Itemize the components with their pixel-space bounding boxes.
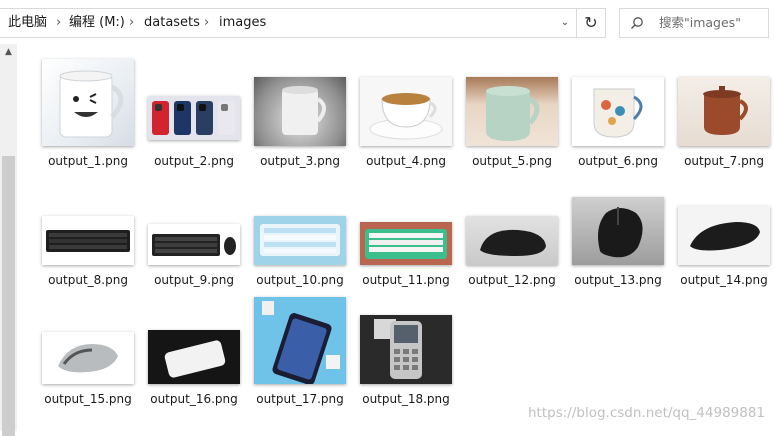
file-item[interactable]: output_12.png bbox=[459, 178, 565, 293]
file-item[interactable]: output_15.png bbox=[35, 297, 141, 412]
search-box[interactable]: 搜索"images" bbox=[619, 8, 769, 38]
file-item[interactable]: output_7.png bbox=[671, 59, 775, 174]
thumbnail bbox=[353, 178, 459, 270]
thumbnail bbox=[247, 178, 353, 270]
thumbnail bbox=[671, 59, 775, 151]
thumbnail bbox=[565, 59, 671, 151]
file-name[interactable]: output_3.png bbox=[247, 154, 353, 168]
breadcrumb-separator[interactable]: › bbox=[56, 9, 61, 37]
thumbnail bbox=[671, 178, 775, 270]
file-item[interactable]: output_2.png bbox=[141, 59, 247, 174]
file-name[interactable]: output_1.png bbox=[35, 154, 141, 168]
thumbnail bbox=[565, 178, 671, 270]
file-name[interactable]: output_5.png bbox=[459, 154, 565, 168]
thumbnail bbox=[459, 178, 565, 270]
vertical-scrollbar[interactable]: ▲ bbox=[0, 44, 17, 436]
file-item[interactable]: output_6.png bbox=[565, 59, 671, 174]
thumbnail bbox=[247, 297, 353, 389]
file-name[interactable]: output_4.png bbox=[353, 154, 459, 168]
navigation-bar: 此电脑 › 编程 (M:) › datasets › images ⌄ ↻ 搜索… bbox=[0, 0, 775, 44]
file-item[interactable]: output_11.png bbox=[353, 178, 459, 293]
scroll-up-arrow-icon[interactable]: ▲ bbox=[0, 44, 17, 61]
file-name[interactable]: output_13.png bbox=[565, 273, 671, 287]
thumbnail bbox=[141, 178, 247, 270]
thumbnail bbox=[353, 59, 459, 151]
breadcrumb-separator[interactable]: › bbox=[129, 9, 134, 37]
breadcrumb-drive[interactable]: 编程 (M:) bbox=[69, 9, 125, 37]
file-item[interactable]: output_1.png bbox=[35, 59, 141, 174]
file-name[interactable]: output_15.png bbox=[35, 392, 141, 406]
watermark: https://blog.csdn.net/qq_44989881 bbox=[528, 405, 766, 421]
search-placeholder[interactable]: 搜索"images" bbox=[659, 9, 741, 37]
address-bar[interactable]: 此电脑 › 编程 (M:) › datasets › images ⌄ ↻ bbox=[0, 8, 606, 38]
file-item[interactable]: output_5.png bbox=[459, 59, 565, 174]
file-name[interactable]: output_18.png bbox=[353, 392, 459, 406]
file-item[interactable]: output_17.png bbox=[247, 297, 353, 412]
file-name[interactable]: output_14.png bbox=[671, 273, 775, 287]
chevron-down-icon[interactable]: ⌄ bbox=[555, 9, 575, 37]
file-item[interactable]: output_3.png bbox=[247, 59, 353, 174]
breadcrumb-separator[interactable]: › bbox=[204, 9, 209, 37]
breadcrumb-images[interactable]: images bbox=[219, 9, 266, 37]
file-item[interactable]: output_10.png bbox=[247, 178, 353, 293]
file-item[interactable]: output_16.png bbox=[141, 297, 247, 412]
file-name[interactable]: output_2.png bbox=[141, 154, 247, 168]
refresh-icon[interactable]: ↻ bbox=[576, 9, 605, 37]
thumbnail bbox=[247, 59, 353, 151]
thumbnail bbox=[141, 297, 247, 389]
file-name[interactable]: output_7.png bbox=[671, 154, 775, 168]
file-item[interactable]: output_4.png bbox=[353, 59, 459, 174]
thumbnail bbox=[353, 297, 459, 389]
breadcrumb-this-pc[interactable]: 此电脑 bbox=[8, 9, 47, 37]
file-name[interactable]: output_8.png bbox=[35, 273, 141, 287]
file-item[interactable]: output_8.png bbox=[35, 178, 141, 293]
breadcrumb-datasets[interactable]: datasets bbox=[144, 9, 200, 37]
thumbnail bbox=[35, 59, 141, 151]
thumbnail bbox=[35, 178, 141, 270]
thumbnail bbox=[141, 59, 247, 151]
file-item[interactable]: output_13.png bbox=[565, 178, 671, 293]
file-name[interactable]: output_12.png bbox=[459, 273, 565, 287]
file-name[interactable]: output_16.png bbox=[141, 392, 247, 406]
thumbnail bbox=[459, 59, 565, 151]
magnifier-icon bbox=[630, 9, 644, 37]
file-name[interactable]: output_10.png bbox=[247, 273, 353, 287]
thumbnail bbox=[35, 297, 141, 389]
file-name[interactable]: output_9.png bbox=[141, 273, 247, 287]
file-item[interactable]: output_14.png bbox=[671, 178, 775, 293]
file-name[interactable]: output_17.png bbox=[247, 392, 353, 406]
file-name[interactable]: output_11.png bbox=[353, 273, 459, 287]
scrollbar-thumb[interactable] bbox=[2, 156, 15, 436]
file-name[interactable]: output_6.png bbox=[565, 154, 671, 168]
file-item[interactable]: output_9.png bbox=[141, 178, 247, 293]
file-item[interactable]: output_18.png bbox=[353, 297, 459, 412]
